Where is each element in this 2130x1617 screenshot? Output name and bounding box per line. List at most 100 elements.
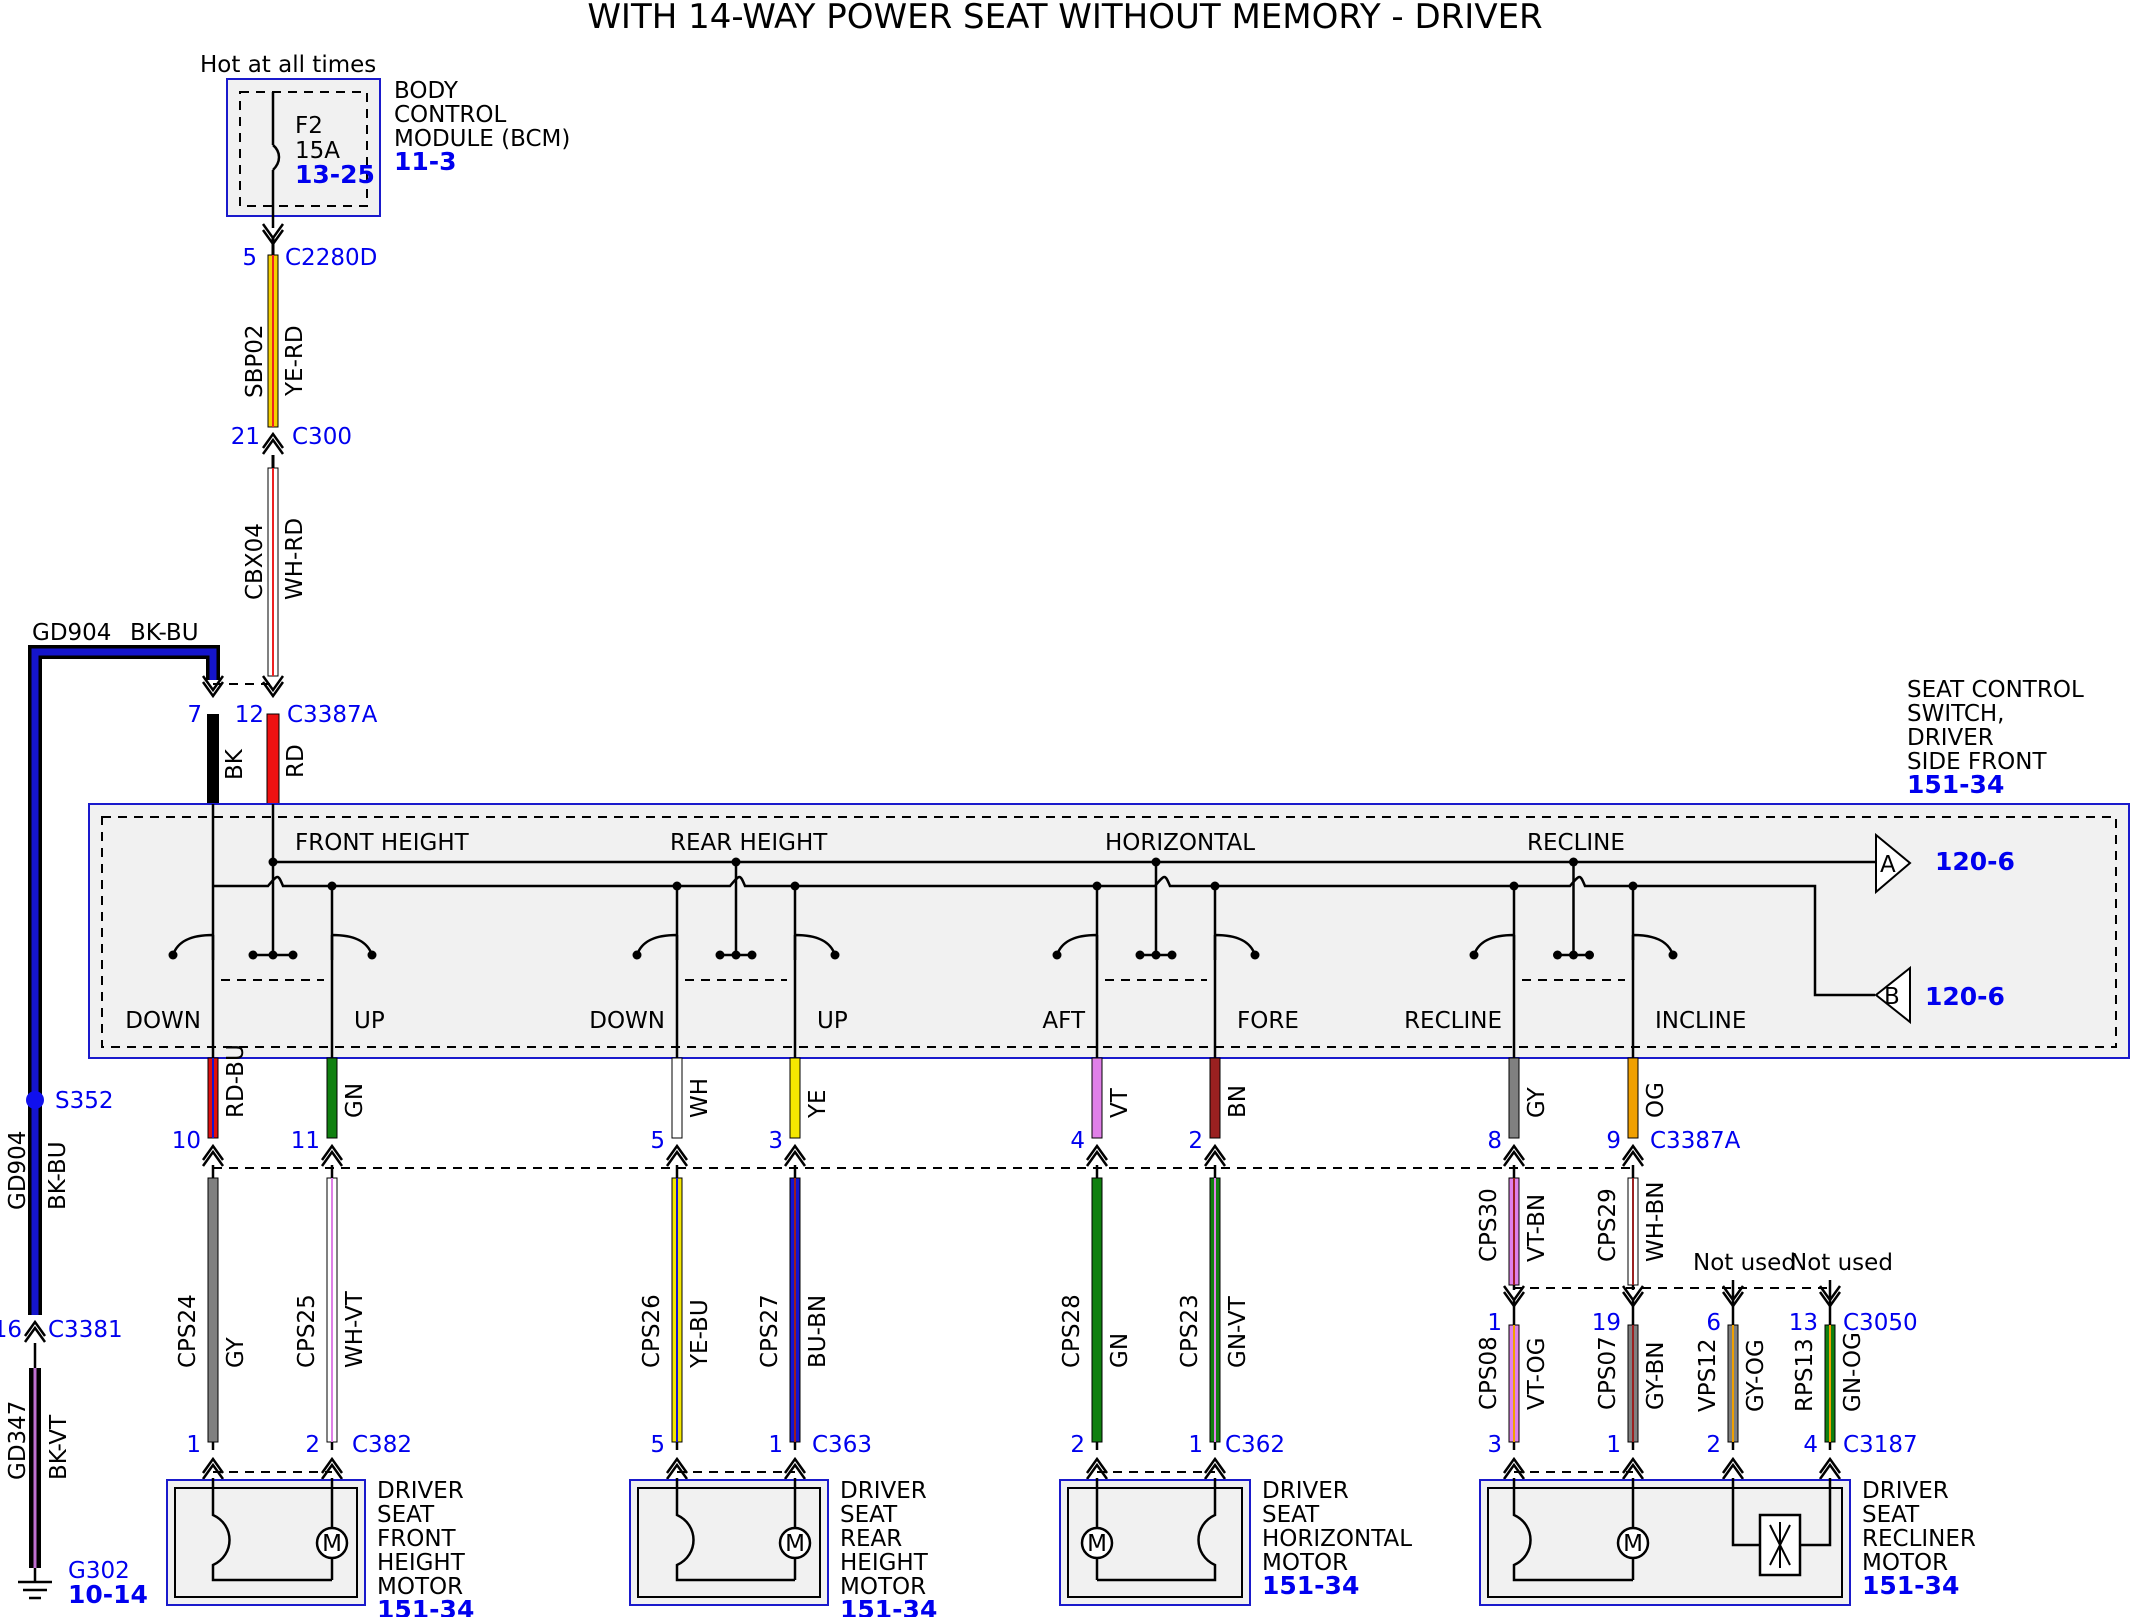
gd904-side-color: BK-BU (45, 1141, 71, 1210)
motor-ref-0: 151-34 (377, 1595, 474, 1617)
section-recline: RECLINE (1527, 830, 1625, 856)
motor-ref-1: 151-34 (840, 1595, 937, 1617)
switch-name-line-3: DRIVER (1907, 725, 1994, 751)
wire-rd (266, 713, 280, 805)
c3381-label: C3381 (48, 1317, 123, 1343)
switch-position-label: DOWN (589, 1008, 665, 1034)
rd-label: RD (283, 744, 309, 778)
c2280d-pin: 5 (242, 245, 257, 271)
contact-dot (248, 950, 258, 960)
switch-position-label: UP (817, 1008, 848, 1034)
circuit-color-2: YE-BU (687, 1299, 713, 1369)
extra-motor-pin-1: 4 (1803, 1432, 1818, 1458)
output-wire-color-3: YE (805, 1089, 831, 1119)
contact-dot (1135, 950, 1145, 960)
cbx04-circuit: CBX04 (242, 523, 268, 600)
mid-pin-6: 1 (1487, 1310, 1502, 1336)
fuse-ref: 13-25 (295, 160, 375, 189)
output-connector-icon-6 (1502, 1144, 1526, 1168)
output-wire-color-5: BN (1225, 1085, 1251, 1118)
contact-dot (168, 950, 178, 960)
pin12-label: 12 (235, 702, 264, 728)
motors-layer: MDRIVERSEATFRONTHEIGHTMOTOR151-34MDRIVER… (166, 1471, 1976, 1617)
not-used-note-0: Not used (1693, 1250, 1796, 1276)
output-wire-color-4: VT (1107, 1087, 1133, 1118)
c3381-pin: 16 (0, 1317, 22, 1343)
c300-label: C300 (292, 424, 352, 450)
mid-pin-7: 19 (1592, 1310, 1621, 1336)
output-pin-5: 2 (1188, 1128, 1203, 1154)
motor-pin-6: 3 (1487, 1432, 1502, 1458)
c300-connector-icon (261, 432, 285, 456)
offpage-a-letter: A (1880, 852, 1896, 878)
contact-dot (1052, 950, 1062, 960)
wire-circuit-0 (207, 1177, 219, 1443)
output-connector-icon-3 (783, 1144, 807, 1168)
circuit2-name-6: CPS08 (1476, 1336, 1502, 1410)
wire-output-4 (1091, 1057, 1103, 1139)
output-pin-2: 5 (650, 1128, 665, 1154)
contact-dot (1569, 950, 1578, 960)
contact-dot (830, 950, 840, 960)
output-wire-color-0: RD-BU (223, 1044, 249, 1118)
contact-dot (1553, 950, 1562, 960)
extra-circuit-0: VPS12 (1695, 1339, 1721, 1412)
bcm-ref: 11-3 (394, 147, 457, 176)
wire-output-2 (671, 1057, 683, 1139)
wire-output-3 (789, 1057, 801, 1139)
fuse-name: F2 (295, 113, 323, 139)
contact-dot (632, 950, 642, 960)
motor-symbol-1: M (785, 1531, 805, 1557)
contact-dot (731, 950, 741, 960)
motor-symbol-2: M (1087, 1531, 1107, 1557)
output-wire-color-2: WH (687, 1078, 713, 1118)
offpage-b-letter: B (1884, 984, 1900, 1010)
c300-pin: 21 (231, 424, 260, 450)
circuit-color-7: WH-BN (1643, 1182, 1669, 1263)
circuit-color-1: WH-VT (342, 1290, 368, 1368)
circuit-color-6: VT-BN (1524, 1194, 1550, 1262)
contact-dot (747, 950, 757, 960)
c382-label: C382 (352, 1432, 412, 1458)
bcm-name-line-1: BODY (394, 78, 459, 104)
motor-pin-0: 1 (186, 1432, 201, 1458)
not-used-note-1: Not used (1790, 1250, 1893, 1276)
motor-name-line: SEAT (1262, 1502, 1320, 1528)
wire-bk (207, 714, 219, 804)
g302-ref: 10-14 (68, 1580, 148, 1609)
contact-dot (1151, 950, 1161, 960)
wire-output-6 (1508, 1057, 1520, 1139)
motor-name-line: REAR (840, 1526, 902, 1552)
motor-connector-icon-5 (1203, 1457, 1227, 1481)
motor-symbol-0: M (322, 1531, 342, 1557)
contact-dot (268, 950, 278, 960)
circuit-name-7: CPS29 (1595, 1188, 1621, 1262)
cbx04-color: WH-RD (282, 518, 308, 600)
output-pin-3: 3 (768, 1128, 783, 1154)
contact-dot (1469, 950, 1479, 960)
output-connector-icon-0 (201, 1144, 225, 1168)
output-pin-7: 9 (1606, 1128, 1621, 1154)
contact-dot (1668, 950, 1678, 960)
motor-connector-icon-1 (320, 1457, 344, 1481)
switch-position-label: DOWN (125, 1008, 201, 1034)
output-connector-icon-4 (1085, 1144, 1109, 1168)
output-pin-6: 8 (1487, 1128, 1502, 1154)
circuit-color-5: GN-VT (1225, 1295, 1251, 1368)
gd904-side-circuit: GD904 (5, 1131, 31, 1210)
section-rear-height: REAR HEIGHT (670, 830, 828, 856)
circuit-name-5: CPS23 (1177, 1294, 1203, 1368)
wire-output-7 (1627, 1057, 1639, 1139)
extra-mid-pin-0: 6 (1706, 1310, 1721, 1336)
circuit-color-0: GY (223, 1336, 249, 1368)
motor-name-line: SEAT (377, 1502, 435, 1528)
extra-mid-pin-1: 13 (1789, 1310, 1818, 1336)
motor-symbol-3: M (1623, 1531, 1643, 1557)
s352-label: S352 (55, 1088, 114, 1114)
c3387a-bottom-label: C3387A (1650, 1128, 1741, 1154)
c3050-label: C3050 (1843, 1310, 1918, 1336)
motor-ref-3: 151-34 (1862, 1571, 1959, 1600)
contact-dot (1167, 950, 1177, 960)
wiring-diagram: WITH 14-WAY POWER SEAT WITHOUT MEMORY - … (0, 0, 2130, 1617)
pin12-connector-icon (261, 674, 285, 698)
